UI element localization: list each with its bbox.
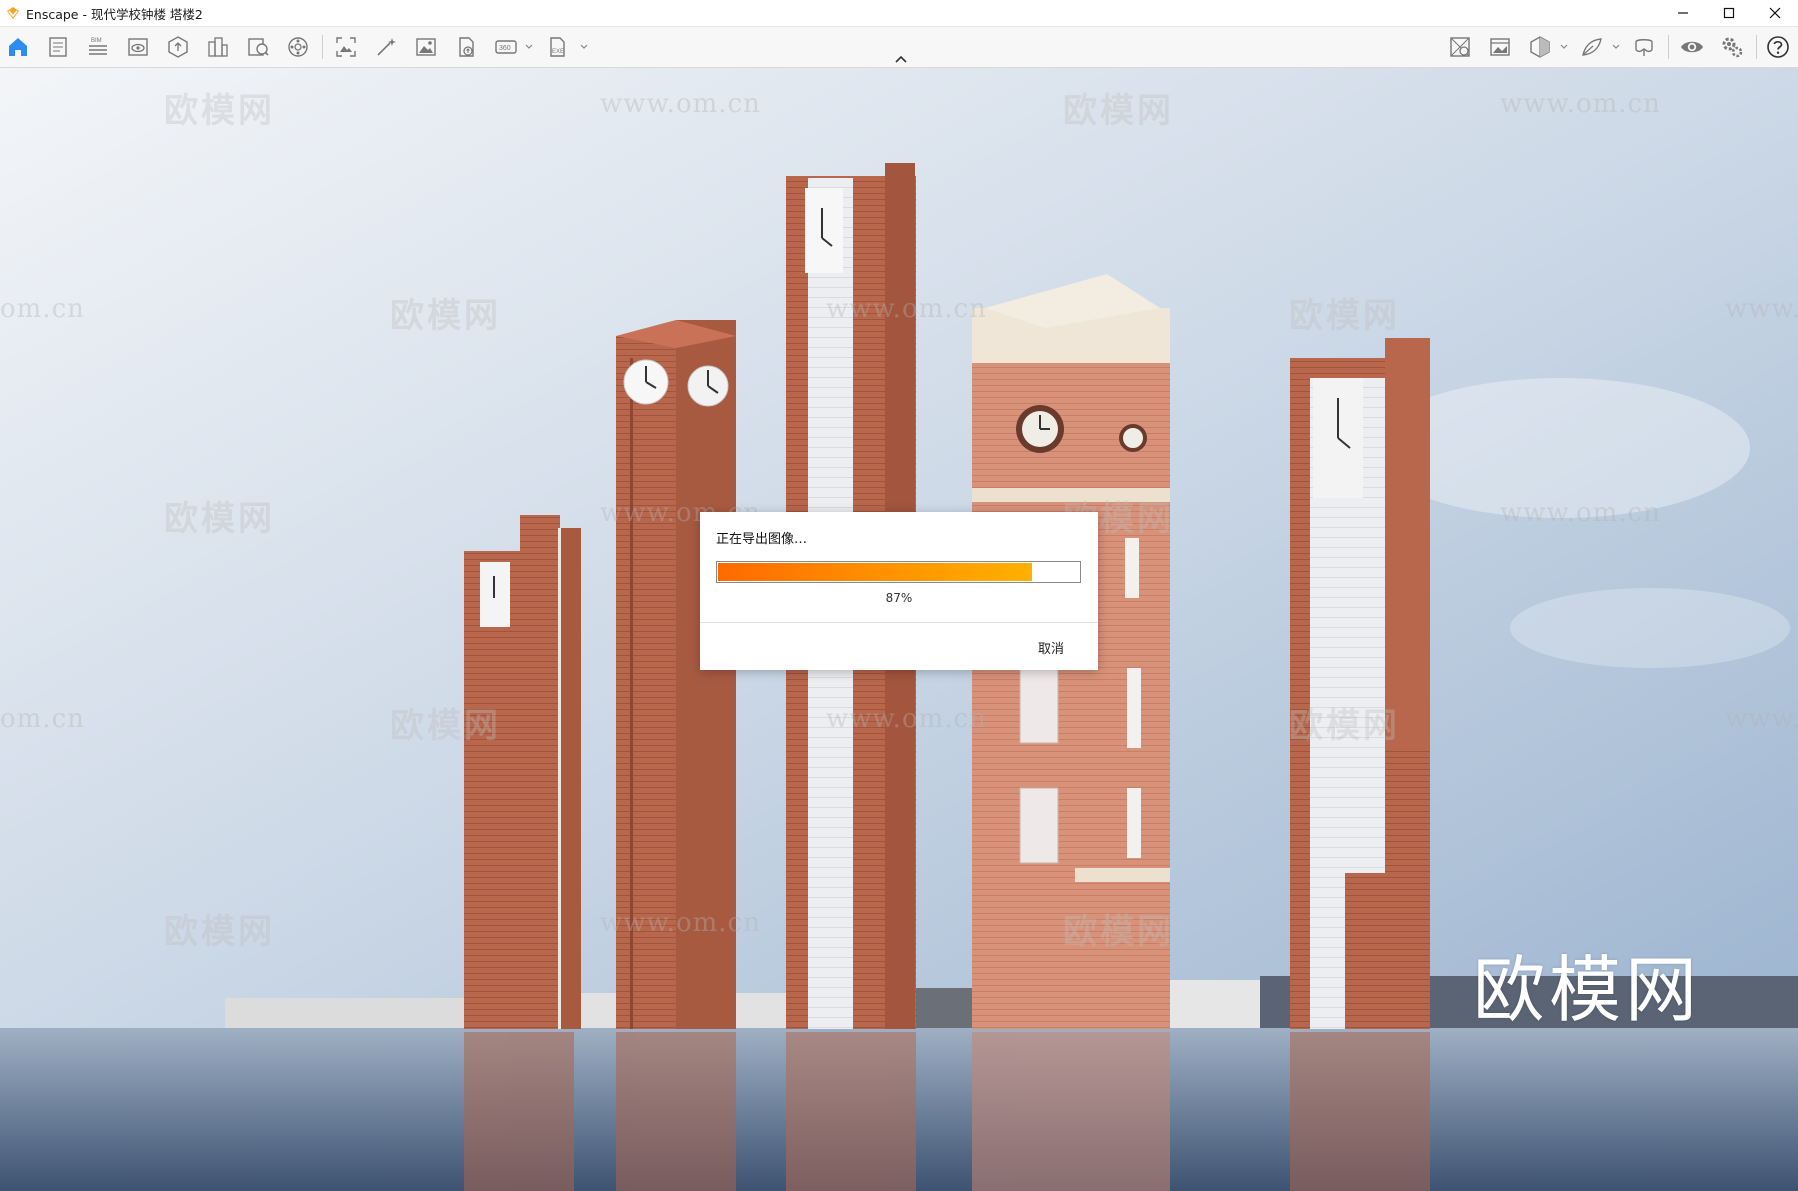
project-file-button[interactable] bbox=[40, 27, 76, 67]
panorama-360-icon: 360 bbox=[495, 40, 517, 54]
chevron-down-icon bbox=[525, 44, 533, 49]
watermark-site: www.om.cn bbox=[600, 908, 761, 938]
watermark-brand: 欧模网 bbox=[1063, 912, 1174, 952]
batch-render-icon bbox=[377, 38, 396, 56]
maximize-button[interactable] bbox=[1706, 0, 1752, 26]
site-context-icon bbox=[208, 37, 228, 57]
vr-headset-icon bbox=[1635, 39, 1653, 56]
home-button[interactable] bbox=[0, 27, 36, 67]
toolbar-divider bbox=[1668, 35, 1669, 59]
tower-5 bbox=[1290, 338, 1430, 1029]
screenshot-button[interactable] bbox=[328, 27, 364, 67]
watermark-site: www.om.cn bbox=[1500, 498, 1661, 528]
project-file-icon bbox=[49, 37, 67, 57]
bim-button[interactable]: BIM bbox=[80, 27, 116, 67]
panorama-dropdown-caret[interactable] bbox=[523, 27, 535, 67]
window-title: Enscape - 现代学校钟楼 塔楼2 bbox=[26, 6, 203, 22]
panorama-360-button[interactable]: 360 bbox=[488, 27, 524, 67]
help-icon bbox=[1767, 36, 1789, 58]
capture-eye-icon bbox=[1681, 41, 1703, 53]
toolbar-divider bbox=[1756, 35, 1757, 59]
upload-icon bbox=[459, 37, 474, 57]
export-progress-dialog: 正在导出图像… 87% 取消 bbox=[700, 512, 1098, 670]
feedback-icon bbox=[1582, 38, 1602, 56]
chevron-up-icon bbox=[895, 55, 907, 63]
watermark-site: www. bbox=[1725, 294, 1798, 324]
watermark-brand: 欧模网 bbox=[1063, 91, 1174, 131]
render-image-icon bbox=[416, 38, 436, 56]
upload-button[interactable] bbox=[448, 27, 484, 67]
watermark-brand: 欧模网 bbox=[1289, 706, 1400, 746]
progress-fill bbox=[718, 563, 1033, 581]
asset-library-button[interactable] bbox=[160, 27, 196, 67]
atmosphere-button[interactable] bbox=[280, 27, 316, 67]
feedback-button[interactable] bbox=[1574, 27, 1610, 67]
watermark-site: www.om.cn bbox=[826, 704, 987, 734]
screenshot-icon bbox=[336, 37, 356, 57]
material-editor-button[interactable] bbox=[240, 27, 276, 67]
dialog-title: 正在导出图像… bbox=[716, 532, 808, 547]
enscape-logo-icon bbox=[7, 7, 19, 19]
watermark-site: om.cn bbox=[0, 704, 85, 734]
collapse-toolbar-toggle[interactable] bbox=[888, 52, 914, 68]
views-manager-button[interactable] bbox=[1442, 27, 1478, 67]
export-dropdown-caret[interactable] bbox=[578, 27, 590, 67]
watermark-site: om.cn bbox=[0, 294, 85, 324]
export-exe-button[interactable]: EXE bbox=[540, 27, 576, 67]
cancel-button[interactable]: 取消 bbox=[1038, 638, 1064, 657]
views-icon bbox=[128, 38, 148, 56]
export-progress-bar bbox=[716, 561, 1081, 583]
visual-settings-button[interactable] bbox=[1482, 27, 1518, 67]
minimize-icon bbox=[1678, 12, 1688, 14]
views-manager-icon bbox=[1450, 37, 1470, 57]
watermark-brand: 欧模网 bbox=[164, 91, 275, 131]
watermark-brand: 欧模网 bbox=[390, 706, 501, 746]
watermark-site: www.om.cn bbox=[826, 294, 987, 324]
feedback-dropdown-caret[interactable] bbox=[1610, 27, 1622, 67]
watermark-site: www.om.cn bbox=[1500, 89, 1661, 119]
maximize-icon bbox=[1723, 7, 1735, 19]
view-cube-button[interactable] bbox=[1522, 27, 1558, 67]
watermark-large-brand: 欧模网 bbox=[1473, 948, 1702, 1032]
title-bar: Enscape - 现代学校钟楼 塔楼2 bbox=[0, 0, 1798, 27]
svg-text:BIM: BIM bbox=[91, 38, 102, 44]
tower-1 bbox=[464, 515, 581, 1029]
bim-icon: BIM bbox=[89, 38, 107, 55]
close-button[interactable] bbox=[1752, 0, 1798, 26]
material-editor-icon bbox=[248, 38, 269, 56]
render-image-button[interactable] bbox=[408, 27, 444, 67]
svg-text:360: 360 bbox=[499, 45, 511, 52]
settings-icon bbox=[1722, 37, 1743, 58]
watermark-site: www.om.cn bbox=[600, 89, 761, 119]
chevron-down-icon bbox=[1612, 44, 1620, 49]
toolbar-divider bbox=[322, 35, 323, 59]
watermark-brand: 欧模网 bbox=[164, 912, 275, 952]
vr-headset-button[interactable] bbox=[1626, 27, 1662, 67]
help-button[interactable] bbox=[1760, 27, 1796, 67]
chevron-down-icon bbox=[1560, 44, 1568, 49]
svg-text:EXE: EXE bbox=[552, 49, 564, 55]
settings-button[interactable] bbox=[1714, 27, 1750, 67]
watermark-brand: 欧模网 bbox=[390, 296, 501, 336]
watermark-brand: 欧模网 bbox=[1289, 296, 1400, 336]
chevron-down-icon bbox=[580, 44, 588, 49]
batch-render-button[interactable] bbox=[368, 27, 404, 67]
progress-percentage: 87% bbox=[885, 591, 913, 605]
visual-settings-icon bbox=[1490, 38, 1510, 56]
site-context-button[interactable] bbox=[200, 27, 236, 67]
view-cube-dropdown-caret[interactable] bbox=[1558, 27, 1570, 67]
watermark-site: www. bbox=[1725, 704, 1798, 734]
home-icon bbox=[9, 38, 27, 56]
asset-library-icon bbox=[168, 36, 188, 58]
watermark-brand: 欧模网 bbox=[164, 499, 275, 539]
minimize-button[interactable] bbox=[1660, 0, 1706, 26]
view-cube-icon bbox=[1530, 36, 1550, 58]
window-controls bbox=[1660, 0, 1798, 26]
views-button[interactable] bbox=[120, 27, 156, 67]
export-exe-icon: EXE bbox=[550, 37, 565, 57]
atmosphere-icon bbox=[288, 37, 308, 57]
dialog-divider bbox=[700, 622, 1098, 623]
close-icon bbox=[1769, 7, 1781, 19]
capture-eye-button[interactable] bbox=[1674, 27, 1710, 67]
